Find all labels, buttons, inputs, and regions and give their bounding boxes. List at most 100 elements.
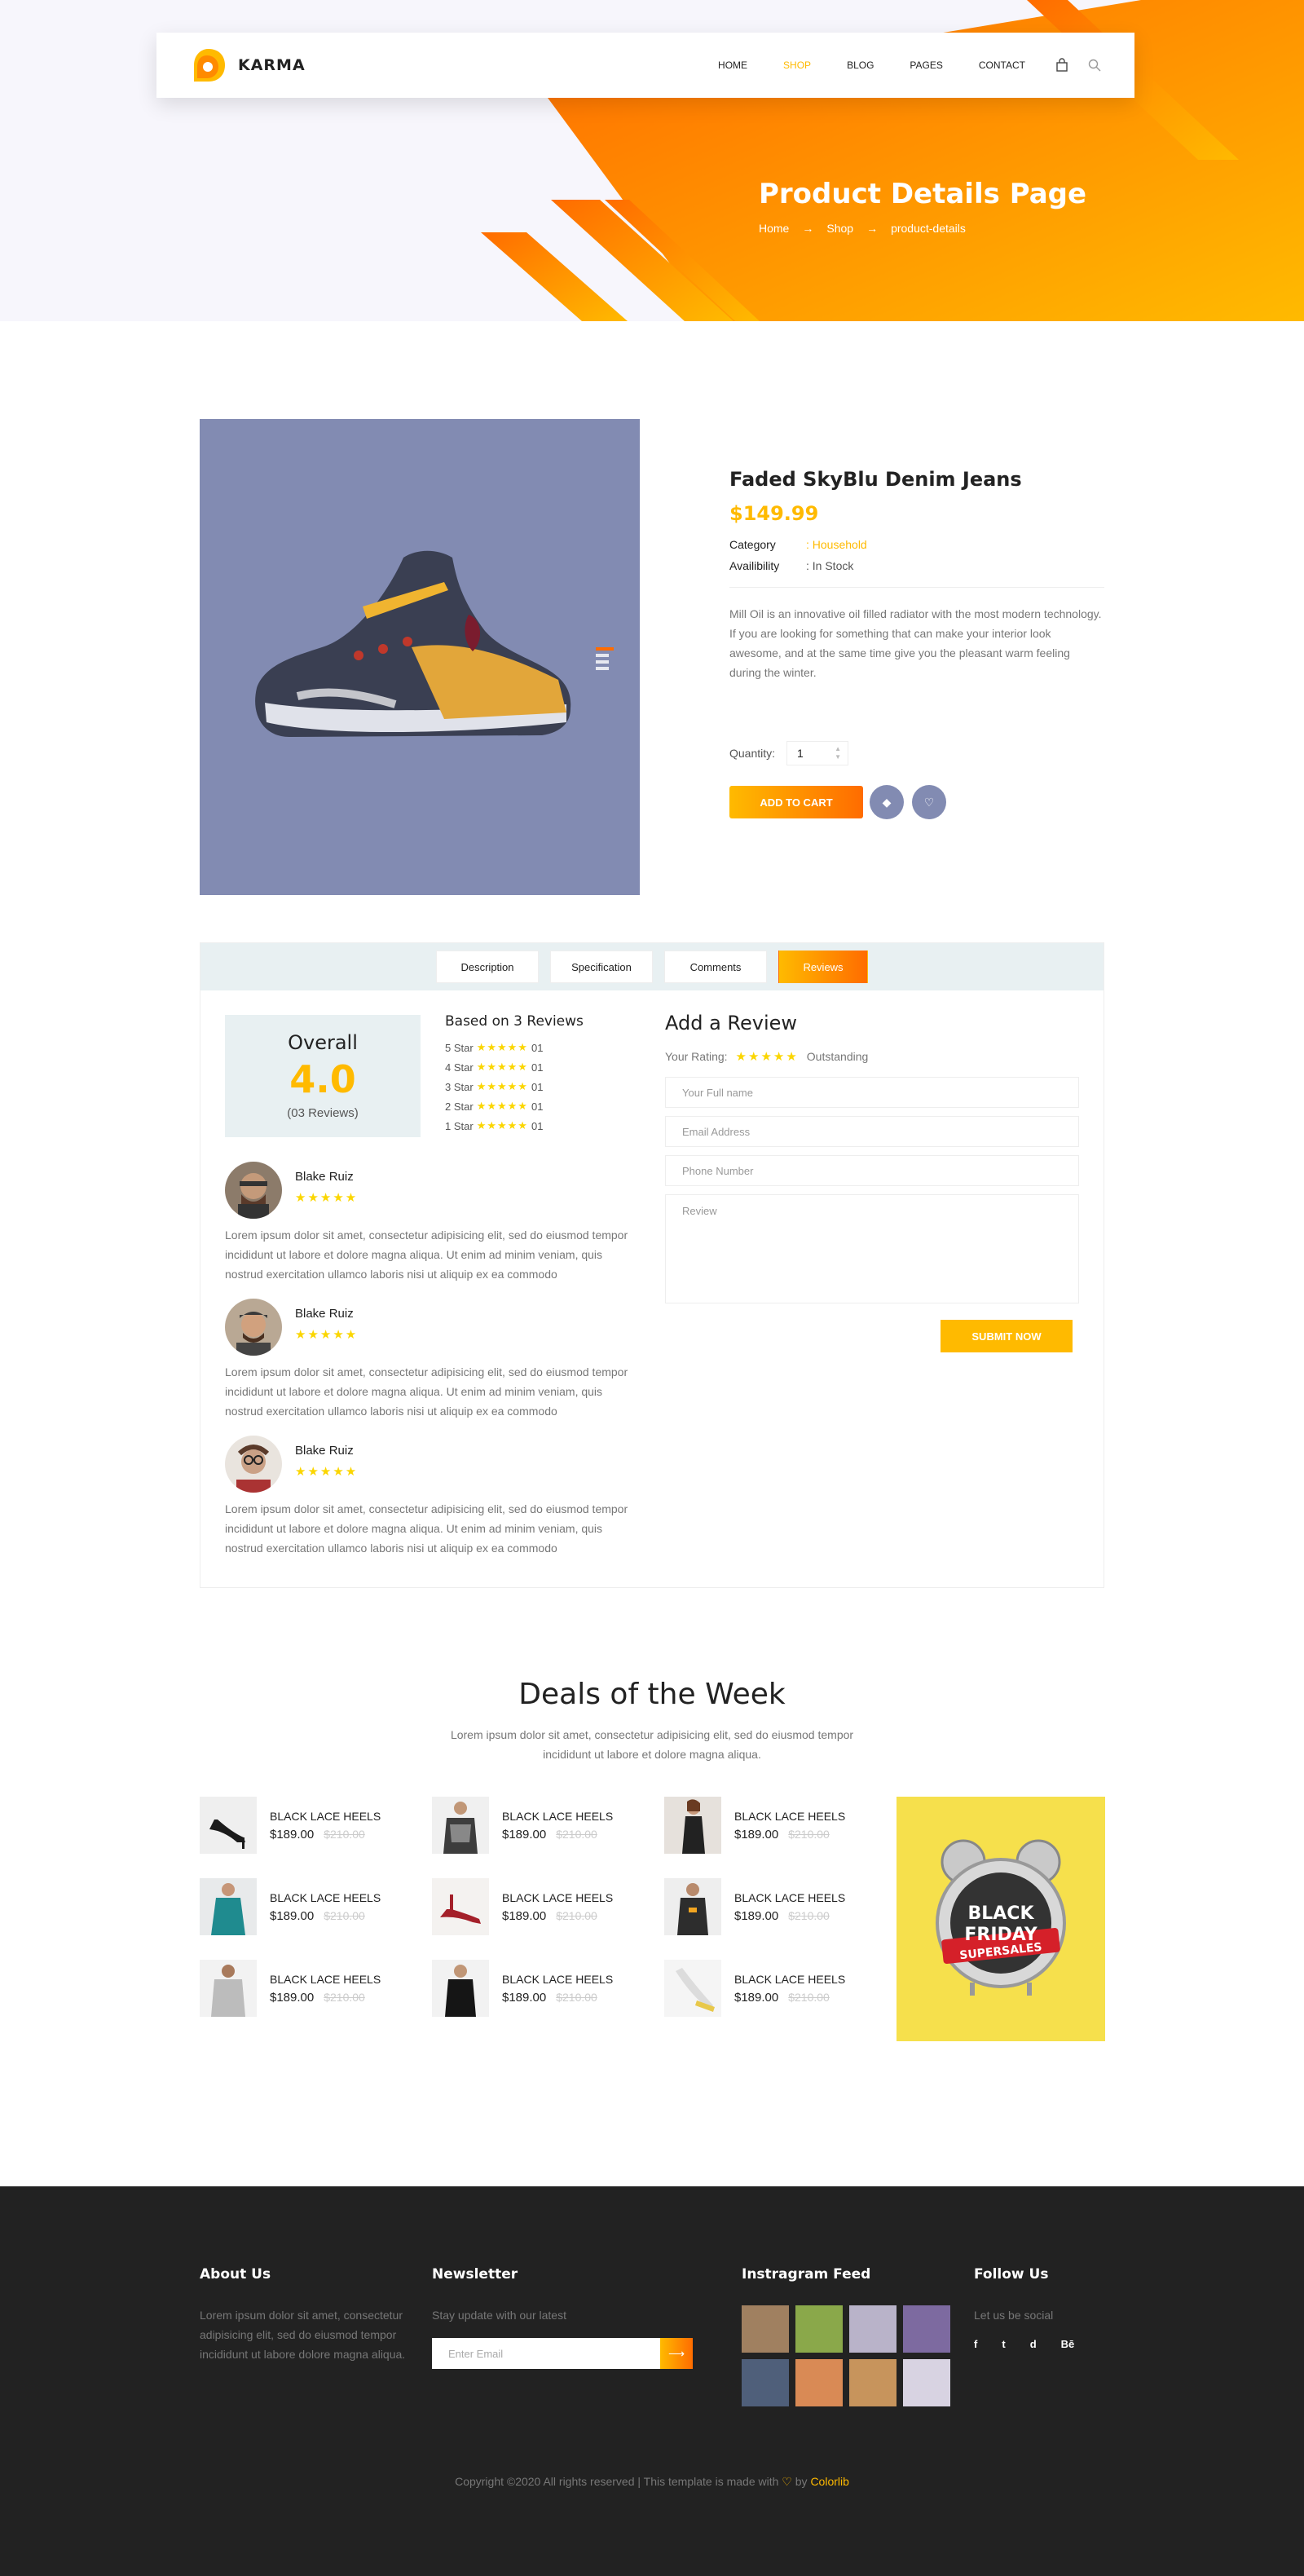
facebook-icon[interactable]: f [974,2338,977,2350]
star-count: 01 [531,1100,544,1113]
star-level: 5 Star [445,1041,474,1054]
review-textarea[interactable]: Review [665,1194,1079,1303]
black-friday-promo[interactable]: BLACK FRIDAY SUPERSALES [896,1797,1105,2041]
karma-logo-icon [194,49,225,82]
deal-item[interactable]: BLACK LACE HEELS $189.00 $210.00 [200,1797,420,1854]
rating-label: Your Rating: [665,1050,728,1063]
instagram-photo[interactable] [742,2305,789,2353]
rating-stars-icon[interactable]: ★★★★★ [736,1049,799,1064]
deal-price: $189.00 [734,1827,779,1842]
tab-specification[interactable]: Specification [550,951,653,983]
avatar [225,1299,282,1356]
nav-pages[interactable]: PAGES [910,60,942,71]
stars-icon: ★★★★★ [476,1080,528,1092]
deal-old-price: $210.00 [556,1908,597,1922]
newsletter-form: Enter Email ⟶ [432,2338,701,2369]
deal-item[interactable]: BLACK LACE HEELS $189.00 $210.00 [200,1878,420,1935]
newsletter-email-input[interactable]: Enter Email [432,2338,660,2369]
dribbble-icon[interactable]: d [1030,2338,1037,2350]
deal-price: $189.00 [270,1827,315,1842]
deal-item[interactable]: BLACK LACE HEELS $189.00 $210.00 [664,1797,884,1854]
quantity-stepper[interactable]: 1 ▲ ▼ [786,741,849,765]
review-stars-icon: ★★★★★ [295,1465,359,1479]
about-text: Lorem ipsum dolor sit amet, consectetur … [200,2309,406,2361]
star-count: 01 [531,1061,544,1074]
overall-label: Overall [288,1031,358,1054]
brand-logo[interactable]: KARMA [189,46,306,85]
tab-description[interactable]: Description [436,951,539,983]
deal-item[interactable]: BLACK LACE HEELS $189.00 $210.00 [664,1878,884,1935]
follow-title: Follow Us [974,2266,1049,2283]
star-count: 01 [531,1119,544,1132]
instagram-photo[interactable] [742,2359,789,2406]
colorlib-link[interactable]: Colorlib [810,2475,848,2488]
search-icon[interactable] [1087,58,1102,73]
reviewer-name: Blake Ruiz [295,1170,354,1184]
product-price: $149.99 [729,502,819,525]
phone-field[interactable]: Phone Number [665,1155,1079,1186]
deal-old-price: $210.00 [556,1990,597,2004]
main-menu: HOME SHOP BLOG PAGES CONTACT [682,58,1102,73]
tab-comments[interactable]: Comments [664,951,767,983]
instagram-photo[interactable] [795,2305,843,2353]
reviewer-name: Blake Ruiz [295,1307,354,1321]
nav-blog[interactable]: BLOG [847,60,874,71]
star-level: 1 Star [445,1119,474,1132]
add-review-form: Add a Review Your Rating: ★★★★★ Outstand… [665,1012,1081,1352]
avatar [225,1436,282,1493]
category-value[interactable]: : Household [806,538,867,551]
twitter-icon[interactable]: t [1002,2338,1005,2350]
deal-item[interactable]: BLACK LACE HEELS $189.00 $210.00 [200,1960,420,2017]
instagram-photo[interactable] [903,2305,950,2353]
submit-review-button[interactable]: SUBMIT NOW [941,1320,1073,1352]
instagram-photo[interactable] [795,2359,843,2406]
follow-text: Let us be social [974,2309,1054,2322]
cart-icon[interactable] [1055,58,1069,73]
deal-thumb [200,1960,257,2017]
nav-contact[interactable]: CONTACT [979,60,1025,71]
deal-name: BLACK LACE HEELS [734,1809,846,1823]
deal-name: BLACK LACE HEELS [270,1890,381,1904]
behance-icon[interactable]: Bē [1061,2338,1075,2350]
copyright: Copyright ©2020 All rights reserved | Th… [0,2475,1304,2489]
review-item: Blake Ruiz ★★★★★ Lorem ipsum dolor sit am… [225,1436,641,1558]
alarm-clock-image: BLACK FRIDAY SUPERSALES [936,1839,1066,1996]
breadcrumb-shop[interactable]: Shop [826,222,853,235]
nav-shop[interactable]: SHOP [783,60,811,71]
quantity-value: 1 [797,747,804,760]
add-to-cart-button[interactable]: ADD TO CART [729,786,863,818]
based-on-label: Based on 3 Reviews [445,1013,584,1030]
heart-icon[interactable]: ♡ [912,785,946,819]
deal-item[interactable]: BLACK LACE HEELS $189.00 $210.00 [664,1960,884,2017]
brand-name: KARMA [238,56,306,74]
stepper-arrows-icon[interactable]: ▲ ▼ [835,745,841,761]
instagram-photo[interactable] [849,2359,896,2406]
availability-label: Availibility [729,559,780,572]
tab-reviews[interactable]: Reviews [778,951,868,983]
full-name-field[interactable]: Your Full name [665,1077,1079,1108]
nav-home[interactable]: HOME [718,60,747,71]
deal-item[interactable]: BLACK LACE HEELS $189.00 $210.00 [432,1797,652,1854]
deal-thumb [432,1960,489,2017]
email-field[interactable]: Email Address [665,1116,1079,1147]
deal-thumb [664,1797,721,1854]
star-level: 2 Star [445,1100,474,1113]
footer-follow: Follow Us Let us be social f t d Bē [974,2266,1104,2350]
breadcrumb-home[interactable]: Home [759,222,789,235]
deal-item[interactable]: BLACK LACE HEELS $189.00 $210.00 [432,1878,652,1935]
deal-thumb [200,1878,257,1935]
breadcrumb-current[interactable]: product-details [891,222,966,235]
deal-old-price: $210.00 [324,1908,365,1922]
deal-price: $189.00 [502,1990,547,2005]
deal-thumb [432,1797,489,1854]
deal-name: BLACK LACE HEELS [502,1890,614,1904]
breakdown-row: 5 Star ★★★★★ 01 [445,1038,608,1057]
star-level: 3 Star [445,1080,474,1093]
diamond-icon[interactable]: ◆ [870,785,904,819]
breakdown-row: 3 Star ★★★★★ 01 [445,1077,608,1096]
instagram-photo[interactable] [849,2305,896,2353]
availability-row: Availibility : In Stock [729,559,1104,572]
instagram-photo[interactable] [903,2359,950,2406]
deal-item[interactable]: BLACK LACE HEELS $189.00 $210.00 [432,1960,652,2017]
subscribe-arrow-icon[interactable]: ⟶ [660,2338,693,2369]
